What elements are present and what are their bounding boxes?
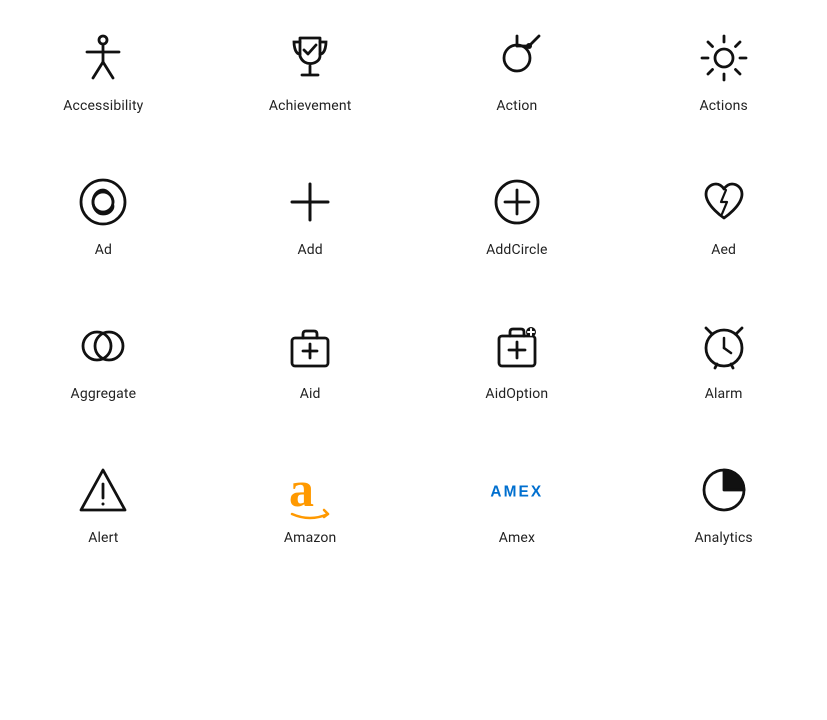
amex-icon: AMEX: [489, 462, 545, 518]
aggregate-label: Aggregate: [71, 386, 137, 402]
amazon-icon: a: [282, 462, 338, 518]
ad-label: Ad: [95, 242, 112, 258]
icon-cell-accessibility[interactable]: Accessibility: [0, 0, 207, 144]
amex-label: Amex: [499, 530, 535, 546]
icon-cell-aed[interactable]: Aed: [620, 144, 827, 288]
aed-label: Aed: [711, 242, 736, 258]
alarm-icon: [696, 318, 752, 374]
icon-cell-aid[interactable]: Aid: [207, 288, 414, 432]
aggregate-icon: [75, 318, 131, 374]
icon-cell-amazon[interactable]: a Amazon: [207, 432, 414, 576]
icon-cell-add[interactable]: Add: [207, 144, 414, 288]
aid-label: Aid: [300, 386, 321, 402]
icon-cell-action[interactable]: Action: [414, 0, 621, 144]
addcircle-label: AddCircle: [486, 242, 547, 258]
aidoption-label: AidOption: [485, 386, 548, 402]
achievement-icon: [282, 30, 338, 86]
icon-grid: Accessibility Achievement: [0, 0, 827, 576]
icon-cell-aggregate[interactable]: Aggregate: [0, 288, 207, 432]
add-icon: [282, 174, 338, 230]
icon-cell-actions[interactable]: Actions: [620, 0, 827, 144]
actions-label: Actions: [699, 98, 747, 114]
svg-text:AMEX: AMEX: [490, 483, 543, 500]
ad-icon: [75, 174, 131, 230]
analytics-label: Analytics: [694, 530, 752, 546]
analytics-icon: [696, 462, 752, 518]
alert-icon: [75, 462, 131, 518]
action-icon: [489, 30, 545, 86]
accessibility-icon: [75, 30, 131, 86]
icon-cell-alert[interactable]: Alert: [0, 432, 207, 576]
icon-cell-analytics[interactable]: Analytics: [620, 432, 827, 576]
accessibility-label: Accessibility: [63, 98, 143, 114]
icon-cell-alarm[interactable]: Alarm: [620, 288, 827, 432]
addcircle-icon: [489, 174, 545, 230]
svg-text:a: a: [289, 461, 314, 517]
action-label: Action: [496, 98, 537, 114]
icon-cell-achievement[interactable]: Achievement: [207, 0, 414, 144]
alert-label: Alert: [88, 530, 118, 546]
amazon-label: Amazon: [284, 530, 336, 546]
icon-cell-addcircle[interactable]: AddCircle: [414, 144, 621, 288]
aidoption-icon: [489, 318, 545, 374]
achievement-label: Achievement: [269, 98, 352, 114]
icon-cell-ad[interactable]: Ad: [0, 144, 207, 288]
add-label: Add: [297, 242, 322, 258]
actions-icon: [696, 30, 752, 86]
aed-icon: [696, 174, 752, 230]
icon-cell-amex[interactable]: AMEX Amex: [414, 432, 621, 576]
aid-icon: [282, 318, 338, 374]
icon-cell-aidoption[interactable]: AidOption: [414, 288, 621, 432]
alarm-label: Alarm: [705, 386, 743, 402]
